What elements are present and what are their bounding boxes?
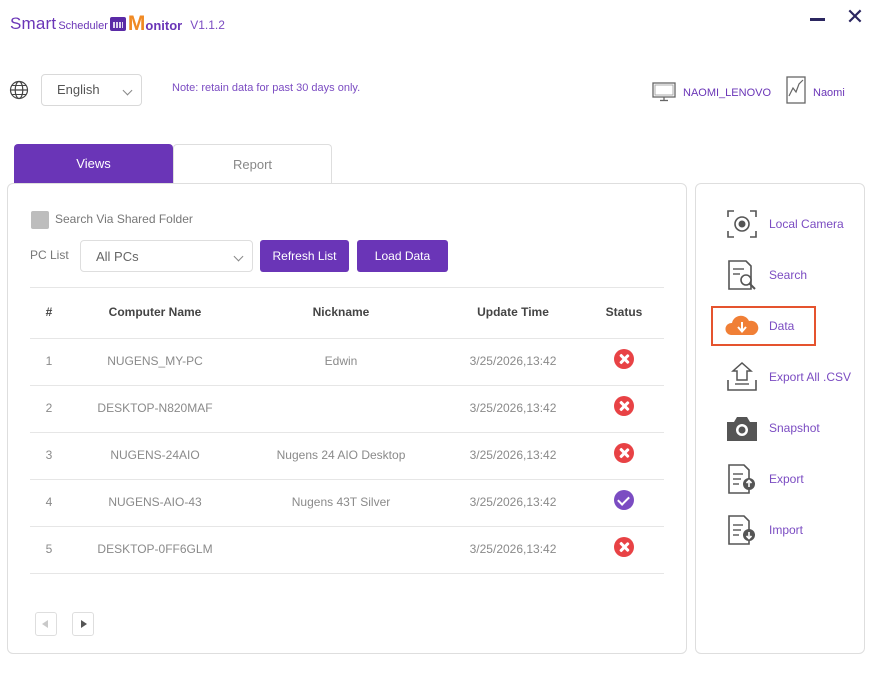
app-version: V1.1.2 (190, 18, 225, 32)
row-number: 3 (45, 448, 53, 462)
user-icon (786, 76, 806, 104)
globe-icon[interactable] (9, 80, 29, 100)
update-time-cell: 3/25/2026,13:42 (469, 401, 557, 415)
column-header-nickname: Nickname (312, 305, 370, 319)
search-doc-icon (728, 260, 756, 290)
monitor-icon (652, 82, 676, 102)
close-button[interactable]: ✕ (843, 4, 867, 30)
sidebar-item-local-camera[interactable]: Local Camera (724, 207, 859, 241)
sidebar-item-export[interactable]: Export (724, 462, 859, 496)
offline-x-icon (614, 349, 634, 369)
tab-views[interactable]: Views (14, 144, 173, 183)
computer-name-cell: NUGENS_MY-PC (107, 354, 203, 368)
computer-name-cell: NUGENS-24AIO (110, 448, 200, 462)
nickname-cell: Nugens 24 AIO Desktop (276, 448, 406, 462)
pc-list-value: All PCs (96, 249, 139, 264)
column-header-status: Status (605, 305, 643, 319)
logo-scheduler-text: Scheduler (58, 20, 108, 32)
refresh-list-button[interactable]: Refresh List (260, 240, 349, 272)
table-divider (30, 338, 664, 339)
online-check-icon (614, 490, 634, 510)
pc-list-select[interactable]: All PCs (80, 240, 253, 272)
logo-smart-text: Smart (10, 14, 57, 33)
previous-page-button[interactable] (35, 612, 57, 636)
computer-name-cell: DESKTOP-0FF6GLM (97, 542, 213, 556)
chevron-down-icon (122, 85, 133, 96)
upload-tray-icon (727, 361, 757, 391)
row-number: 2 (45, 401, 53, 415)
user-name: Naomi (813, 87, 845, 99)
offline-x-icon (614, 537, 634, 557)
sidebar-item-label: Data (769, 319, 795, 333)
update-time-cell: 3/25/2026,13:42 (469, 448, 557, 462)
app-logo: Smart Scheduler M onitor V1.1.2 (10, 12, 225, 34)
export-doc-icon (728, 464, 755, 494)
load-data-button[interactable]: Load Data (357, 240, 448, 272)
sidebar-item-label: Export (769, 472, 804, 486)
computer-name-cell: DESKTOP-N820MAF (97, 401, 213, 415)
sidebar-item-import[interactable]: Import (724, 513, 859, 547)
row-divider (30, 526, 664, 527)
computer-name-cell: NUGENS-AIO-43 (108, 495, 202, 509)
shared-folder-checkbox[interactable] (31, 211, 49, 229)
next-page-button[interactable] (72, 612, 94, 636)
row-divider (30, 479, 664, 480)
row-number: 5 (45, 542, 53, 556)
language-value: English (57, 82, 100, 97)
update-time-cell: 3/25/2026,13:42 (469, 542, 557, 556)
row-number: 4 (45, 495, 53, 509)
sidebar-item-label: Search (769, 268, 808, 282)
logo-onitor-text: onitor (145, 18, 183, 33)
snapshot-camera-icon (727, 417, 757, 441)
row-divider (30, 432, 664, 433)
offline-x-icon (614, 443, 634, 463)
update-time-cell: 3/25/2026,13:42 (469, 495, 557, 509)
calendar-icon (109, 17, 126, 31)
language-select[interactable]: English (41, 74, 142, 106)
update-time-cell: 3/25/2026,13:42 (469, 354, 557, 368)
retention-note: Note: retain data for past 30 days only. (172, 82, 361, 94)
sidebar-item-export-csv[interactable]: Export All .CSV (724, 360, 859, 394)
pc-name: NAOMI_LENOVO (683, 87, 772, 99)
row-divider (30, 385, 664, 386)
column-header-number: # (45, 305, 53, 319)
sidebar-item-label: Import (769, 523, 804, 537)
offline-x-icon (614, 396, 634, 416)
shared-folder-label: Search Via Shared Folder (55, 212, 193, 226)
logo-m-text: M (127, 12, 146, 35)
table-divider (30, 287, 664, 288)
title-bar: Smart Scheduler M onitor V1.1.2 ✕ (0, 0, 874, 44)
column-header-computer-name: Computer Name (108, 305, 202, 319)
nickname-cell: Nugens 43T Silver (291, 495, 391, 509)
nickname-cell: Edwin (324, 354, 358, 368)
sidebar-item-snapshot[interactable]: Snapshot (724, 411, 859, 445)
camera-icon (727, 210, 757, 238)
sidebar-item-label: Export All .CSV (769, 370, 852, 384)
sidebar-item-data[interactable]: Data (724, 309, 859, 343)
row-divider (30, 573, 664, 574)
import-doc-icon (728, 515, 755, 545)
column-header-update-time: Update Time (477, 305, 549, 319)
chevron-down-icon (233, 251, 244, 262)
row-number: 1 (45, 354, 53, 368)
minimize-button[interactable] (808, 9, 828, 29)
cloud-download-icon (725, 315, 759, 335)
pc-list-label: PC List (30, 248, 69, 262)
sidebar-item-label: Snapshot (769, 421, 820, 435)
tab-report[interactable]: Report (173, 144, 332, 183)
sidebar-item-search[interactable]: Search (724, 258, 859, 292)
sidebar-item-label: Local Camera (769, 217, 844, 231)
